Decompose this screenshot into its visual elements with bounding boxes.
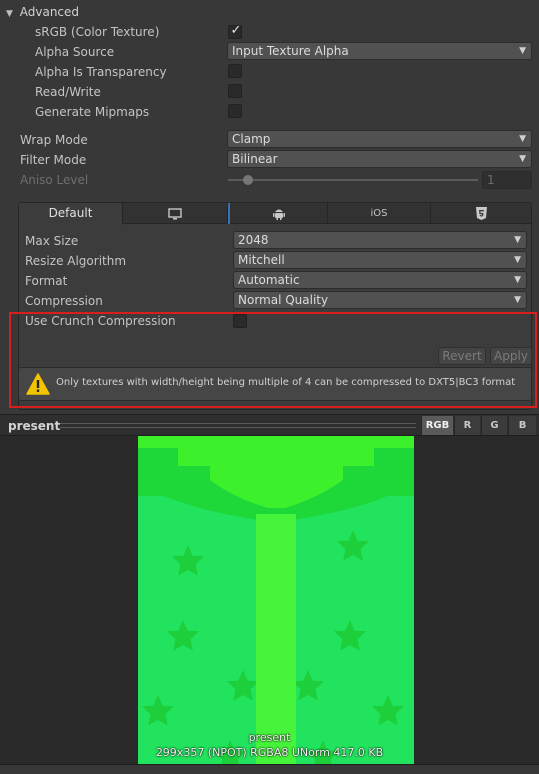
checkmark-icon: ✓: [230, 23, 242, 38]
wrap-mode-value: Clamp: [232, 132, 271, 146]
texture-image: [138, 436, 414, 764]
monitor-icon: [168, 208, 182, 220]
filter-mode-label: Filter Mode: [20, 153, 87, 167]
tab-ios[interactable]: iOS: [328, 203, 431, 224]
foldout-arrow-icon: ▼: [6, 9, 13, 19]
max-size-label: Max Size: [25, 234, 79, 248]
android-icon: [272, 209, 285, 220]
advanced-title: Advanced: [19, 5, 80, 19]
resize-algorithm-dropdown[interactable]: Mitchell ▼: [233, 251, 527, 269]
platform-tab-bar: Default iOS: [19, 203, 531, 225]
chevron-down-icon: ▼: [519, 134, 526, 144]
aniso-slider-track[interactable]: [228, 179, 478, 181]
wrap-mode-dropdown[interactable]: Clamp ▼: [227, 130, 532, 148]
chevron-down-icon: ▼: [514, 235, 521, 245]
chevron-down-icon: ▼: [514, 275, 521, 285]
read-write-checkbox[interactable]: [228, 84, 242, 98]
resize-algorithm-value: Mitchell: [238, 253, 285, 267]
tab-standalone[interactable]: [123, 203, 228, 224]
channel-g-button[interactable]: G: [481, 416, 507, 435]
chevron-down-icon: ▼: [519, 154, 526, 164]
compression-dropdown[interactable]: Normal Quality ▼: [233, 291, 527, 309]
generate-mipmaps-checkbox[interactable]: [228, 104, 242, 118]
format-value: Automatic: [238, 273, 300, 287]
chevron-down-icon: ▼: [514, 295, 521, 305]
tab-webgl[interactable]: [431, 203, 531, 224]
channel-rgb-button[interactable]: RGB: [421, 416, 453, 435]
read-write-label: Read/Write: [35, 85, 101, 99]
alpha-source-label: Alpha Source: [35, 45, 115, 59]
alpha-transparency-label: Alpha Is Transparency: [35, 65, 167, 79]
srgb-checkbox[interactable]: ✓: [228, 23, 242, 39]
preview-caption-info: 299x357 (NPOT) RGBA8 UNorm 417.0 KB: [155, 746, 384, 759]
filter-mode-dropdown[interactable]: Bilinear ▼: [227, 150, 532, 168]
srgb-label: sRGB (Color Texture): [35, 25, 160, 39]
format-label: Format: [25, 274, 68, 288]
preview-header: present RGB R G B: [0, 414, 539, 436]
compression-label: Compression: [25, 294, 103, 308]
resize-algorithm-label: Resize Algorithm: [25, 254, 127, 268]
format-dropdown[interactable]: Automatic ▼: [233, 271, 527, 289]
tab-android[interactable]: [228, 203, 328, 224]
compression-value: Normal Quality: [238, 293, 329, 307]
filter-mode-value: Bilinear: [232, 152, 278, 166]
wrap-mode-label: Wrap Mode: [20, 133, 88, 147]
advanced-foldout[interactable]: ▼ Advanced: [6, 3, 79, 21]
alpha-transparency-checkbox[interactable]: [228, 64, 242, 78]
bottom-bar: [0, 764, 539, 774]
texture-preview-area: present 299x357 (NPOT) RGBA8 UNorm 417.0…: [0, 436, 539, 764]
max-size-dropdown[interactable]: 2048 ▼: [233, 231, 527, 249]
max-size-value: 2048: [238, 233, 269, 247]
chevron-down-icon: ▼: [519, 46, 526, 56]
html5-icon: [475, 207, 487, 220]
aniso-level-label: Aniso Level: [20, 173, 89, 187]
generate-mipmaps-label: Generate Mipmaps: [35, 105, 150, 119]
highlight-annotation: [9, 312, 537, 408]
preview-caption-name: present: [248, 731, 291, 744]
tab-default[interactable]: Default: [19, 203, 123, 225]
aniso-slider-thumb[interactable]: [243, 175, 253, 185]
aniso-value-field[interactable]: 1: [482, 171, 532, 189]
drag-handle[interactable]: [60, 423, 416, 428]
channel-r-button[interactable]: R: [454, 416, 480, 435]
chevron-down-icon: ▼: [514, 255, 521, 265]
preview-title: present: [8, 419, 61, 433]
channel-b-button[interactable]: B: [508, 416, 536, 435]
alpha-source-value: Input Texture Alpha: [232, 44, 349, 58]
alpha-source-dropdown[interactable]: Input Texture Alpha ▼: [227, 42, 532, 60]
